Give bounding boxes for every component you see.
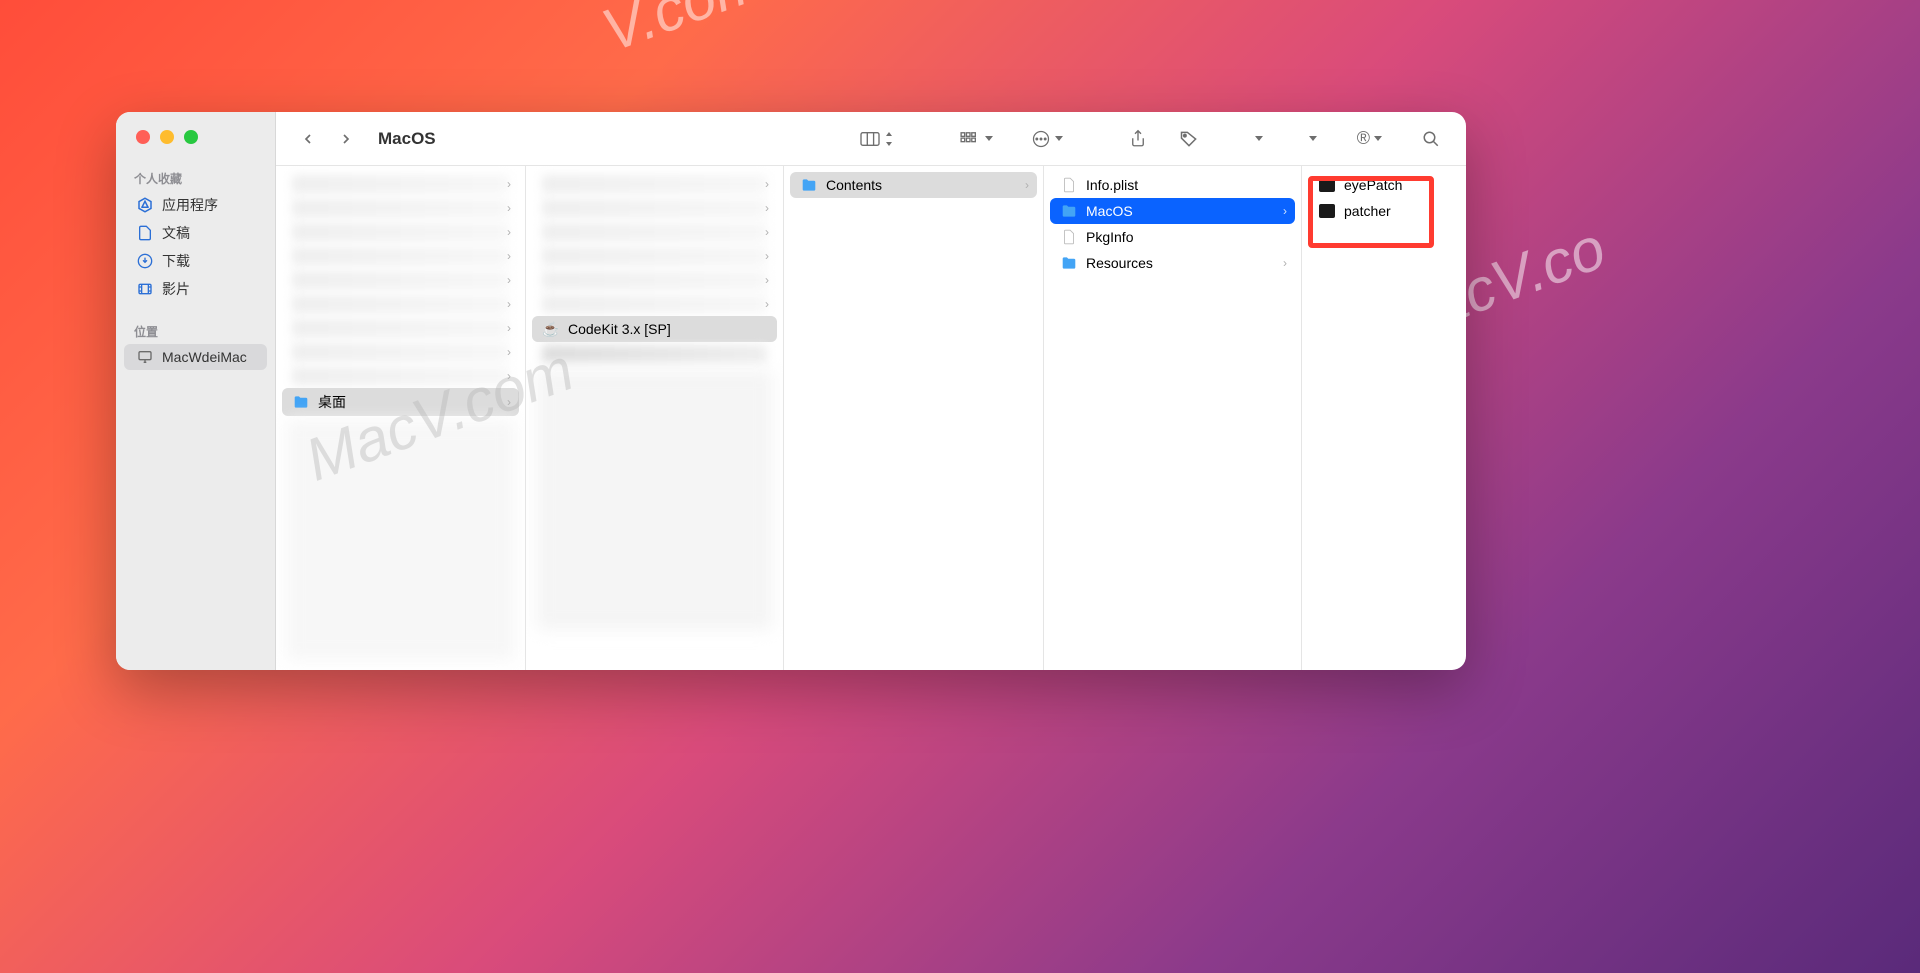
sidebar-section-locations: 位置	[116, 317, 275, 344]
registered-button[interactable]: ®	[1349, 124, 1390, 153]
blurred-content	[286, 420, 515, 660]
search-button[interactable]	[1414, 126, 1448, 152]
list-item[interactable]: ›	[282, 196, 519, 220]
list-item[interactable]: ›	[282, 244, 519, 268]
maximize-button[interactable]	[184, 130, 198, 144]
column-4[interactable]: Info.plist MacOS › PkgInfo Resources ›	[1044, 166, 1302, 670]
column-2[interactable]: › › › › › › ☕ CodeKit 3.x [SP]	[526, 166, 784, 670]
download-icon	[136, 252, 154, 270]
document-icon	[1060, 228, 1078, 246]
column-3[interactable]: Contents ›	[784, 166, 1044, 670]
watermark: V.com	[593, 0, 772, 65]
list-item-eyepatch[interactable]: eyePatch	[1308, 172, 1460, 198]
sidebar-label: 影片	[162, 279, 190, 299]
list-item[interactable]: ›	[282, 340, 519, 364]
list-item[interactable]: ›	[532, 172, 777, 196]
imac-icon	[136, 348, 154, 366]
exec-icon	[1318, 202, 1336, 220]
list-item[interactable]: ›	[532, 220, 777, 244]
group-button[interactable]	[951, 127, 1001, 151]
folder-icon	[292, 393, 310, 411]
sidebar-item-computer[interactable]: MacWdeiMac	[124, 344, 267, 370]
list-item-desktop[interactable]: 桌面 ›	[282, 388, 519, 416]
list-item-patcher[interactable]: patcher	[1308, 198, 1460, 224]
list-item-contents[interactable]: Contents ›	[790, 172, 1037, 198]
folder-icon	[1060, 254, 1078, 272]
list-item[interactable]: ›	[532, 196, 777, 220]
list-item[interactable]: ›	[532, 268, 777, 292]
list-item[interactable]: ›	[282, 172, 519, 196]
item-label: patcher	[1344, 203, 1391, 219]
sidebar-item-documents[interactable]: 文稿	[124, 219, 267, 247]
document-icon	[1060, 176, 1078, 194]
list-item[interactable]: ›	[282, 364, 519, 388]
sidebar-label: 下载	[162, 251, 190, 271]
sidebar-label: 文稿	[162, 223, 190, 243]
column-view: › › › › › › › › › 桌面 › › › ›	[276, 166, 1466, 670]
minimize-button[interactable]	[160, 130, 174, 144]
dropdown-1[interactable]	[1247, 132, 1271, 145]
sidebar: 个人收藏 应用程序 文稿 下载 影片 位置 MacWdeiMac	[116, 112, 276, 670]
item-label: eyePatch	[1344, 177, 1402, 193]
finder-window: 个人收藏 应用程序 文稿 下载 影片 位置 MacWdeiMac MacOS	[116, 112, 1466, 670]
column-5[interactable]: eyePatch patcher	[1302, 166, 1466, 670]
list-item[interactable]: ›	[282, 220, 519, 244]
document-icon	[136, 224, 154, 242]
list-item-pkginfo[interactable]: PkgInfo	[1050, 224, 1295, 250]
item-label: PkgInfo	[1086, 229, 1133, 245]
list-item-codekit[interactable]: ☕ CodeKit 3.x [SP]	[532, 316, 777, 342]
list-item-infoplist[interactable]: Info.plist	[1050, 172, 1295, 198]
list-item[interactable]: ›	[282, 316, 519, 340]
sidebar-label: MacWdeiMac	[162, 349, 247, 365]
list-item-resources[interactable]: Resources ›	[1050, 250, 1295, 276]
share-button[interactable]	[1121, 125, 1155, 153]
item-label: MacOS	[1086, 203, 1133, 219]
list-item[interactable]: ›	[532, 292, 777, 316]
close-button[interactable]	[136, 130, 150, 144]
list-item[interactable]	[532, 342, 777, 366]
column-1[interactable]: › › › › › › › › › 桌面 ›	[276, 166, 526, 670]
window-title: MacOS	[378, 129, 436, 149]
item-label: Resources	[1086, 255, 1153, 271]
movie-icon	[136, 280, 154, 298]
main-area: MacOS ® › › › › › › › › ›	[276, 112, 1466, 670]
sidebar-section-favorites: 个人收藏	[116, 164, 275, 191]
list-item[interactable]: ›	[532, 244, 777, 268]
forward-button[interactable]	[332, 125, 360, 153]
sidebar-item-apps[interactable]: 应用程序	[124, 191, 267, 219]
sidebar-label: 应用程序	[162, 195, 218, 215]
item-label: Contents	[826, 177, 882, 193]
app-store-icon	[136, 196, 154, 214]
sidebar-item-movies[interactable]: 影片	[124, 275, 267, 303]
list-item[interactable]: ›	[282, 292, 519, 316]
item-label: 桌面	[318, 392, 346, 412]
item-label: Info.plist	[1086, 177, 1138, 193]
back-button[interactable]	[294, 125, 322, 153]
list-item-macos[interactable]: MacOS ›	[1050, 198, 1295, 224]
toolbar: MacOS ®	[276, 112, 1466, 166]
item-label: CodeKit 3.x [SP]	[568, 321, 671, 337]
window-controls	[136, 130, 198, 144]
folder-icon	[1060, 202, 1078, 220]
list-item[interactable]: ›	[282, 268, 519, 292]
dropdown-2[interactable]	[1301, 132, 1325, 145]
folder-icon	[800, 176, 818, 194]
java-icon: ☕	[542, 320, 560, 338]
blurred-content	[536, 370, 773, 630]
sidebar-item-downloads[interactable]: 下载	[124, 247, 267, 275]
action-button[interactable]	[1023, 125, 1071, 153]
tags-button[interactable]	[1171, 125, 1207, 153]
view-columns-button[interactable]	[851, 126, 901, 152]
exec-icon	[1318, 176, 1336, 194]
